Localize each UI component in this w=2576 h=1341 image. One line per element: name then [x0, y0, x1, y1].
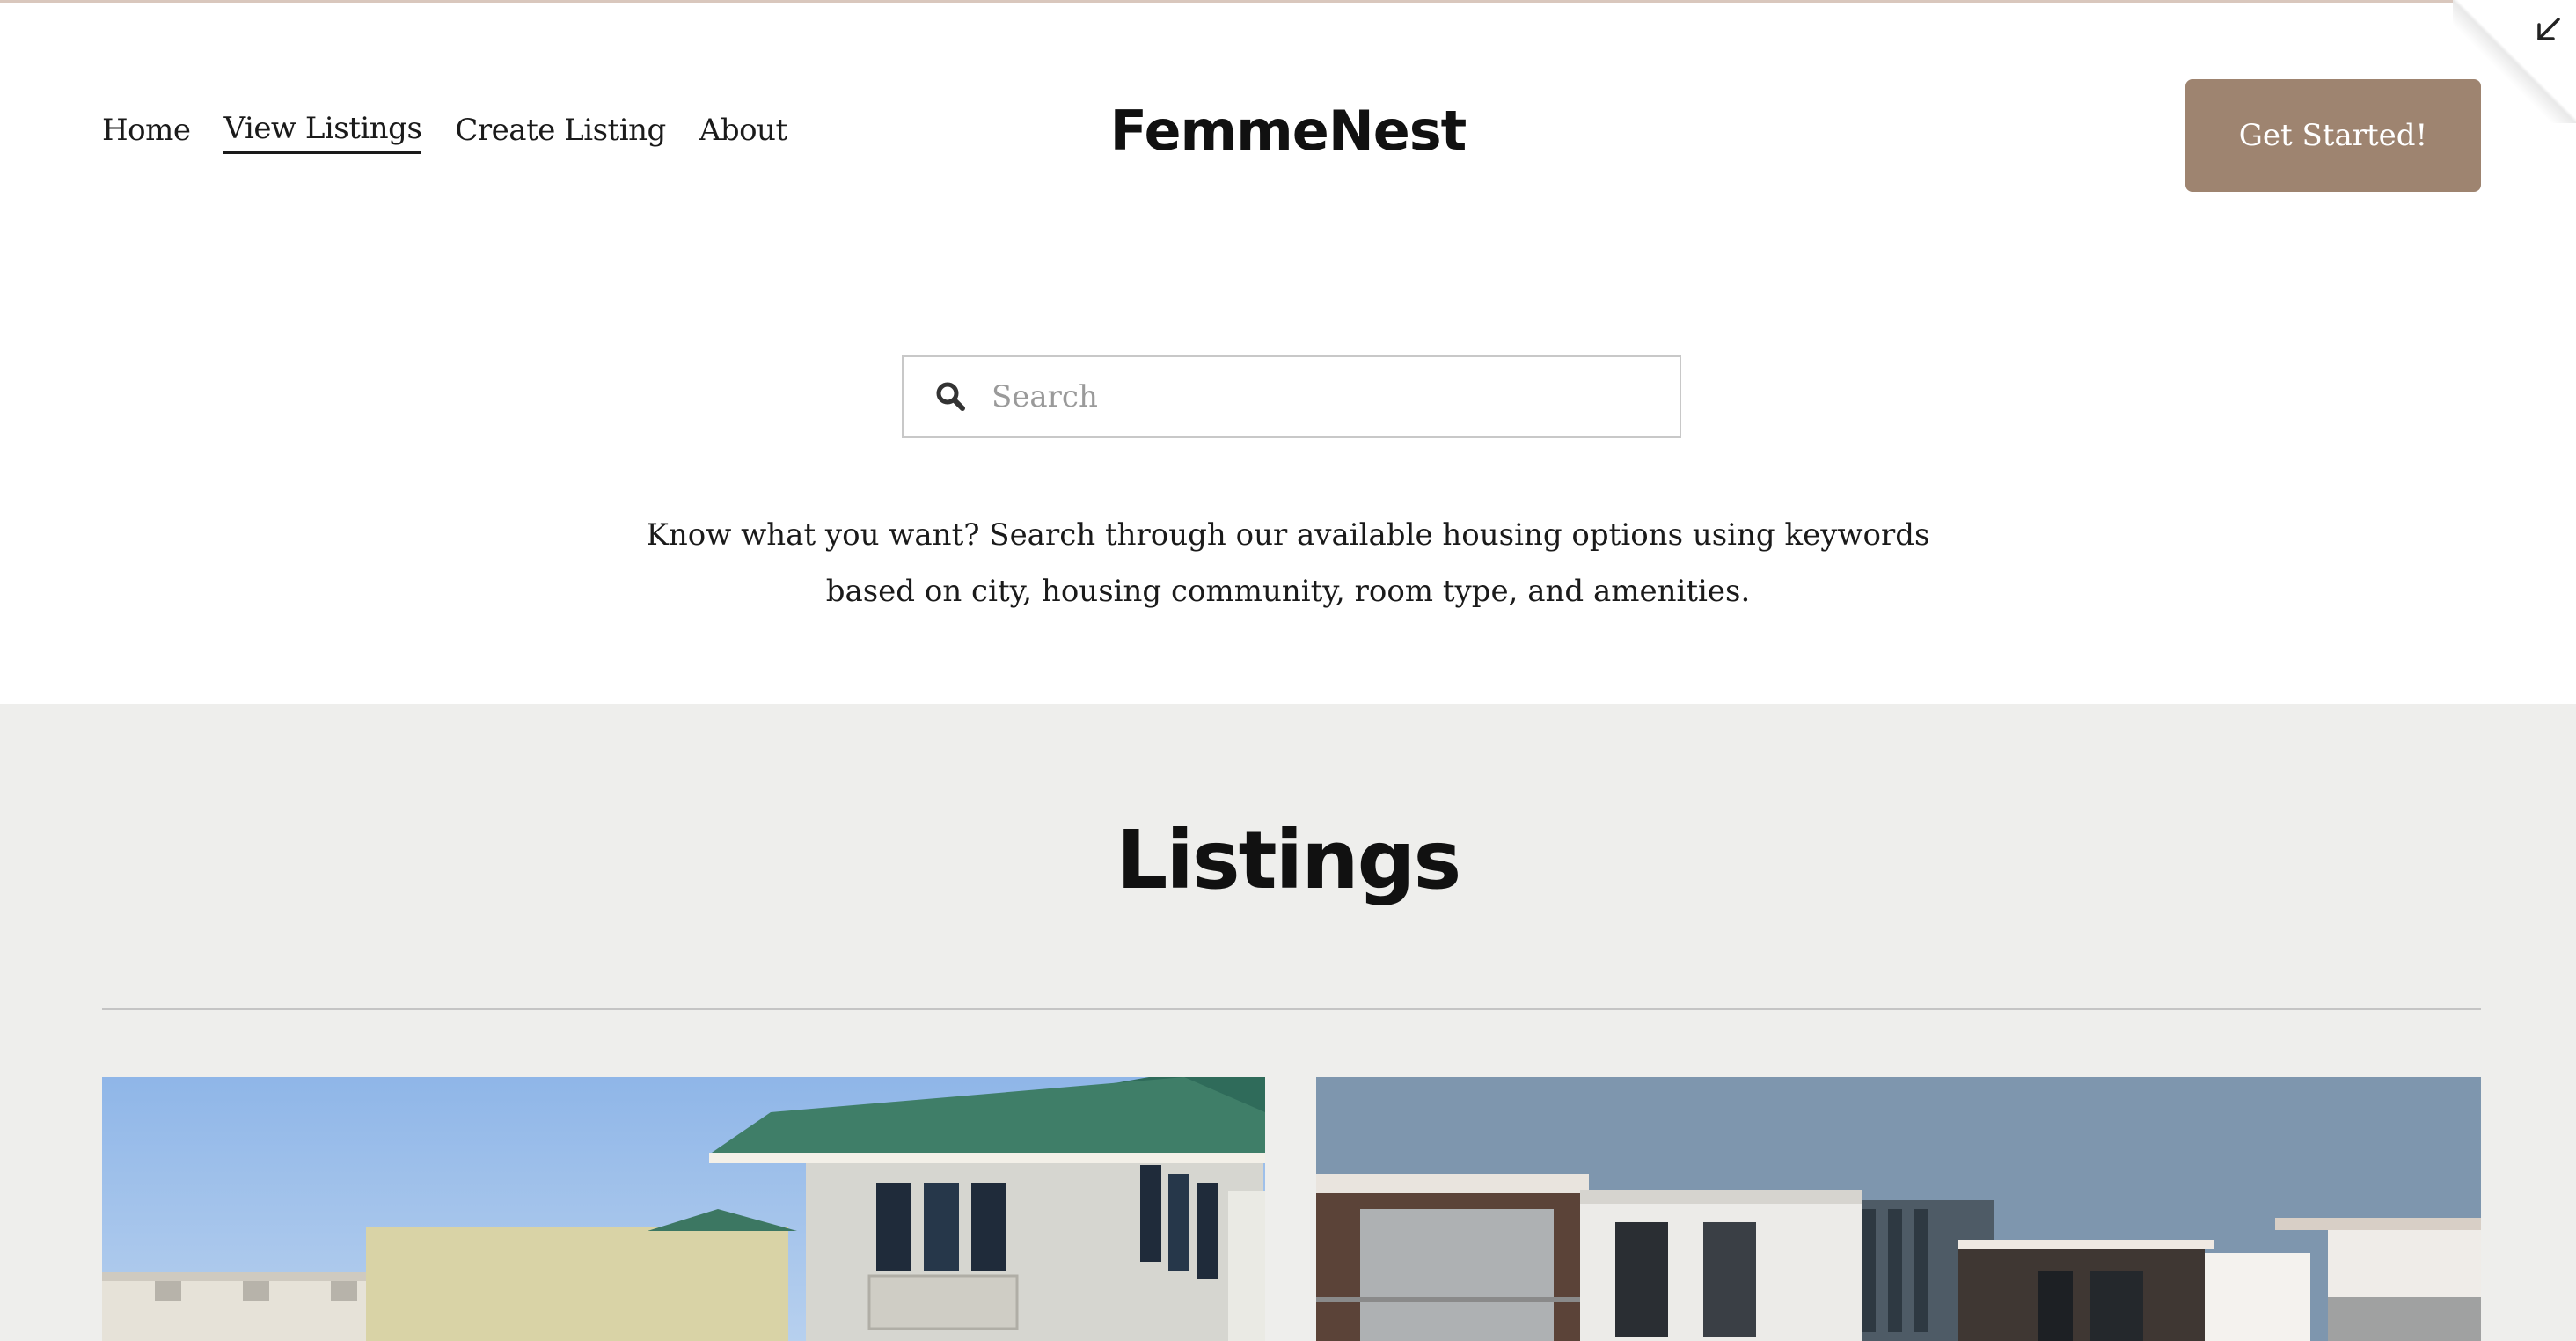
search-icon	[936, 382, 965, 411]
nav-item-home[interactable]: Home	[102, 113, 191, 153]
search-bar[interactable]	[902, 355, 1681, 438]
get-started-button[interactable]: Get Started!	[2185, 79, 2481, 192]
search-description-line-2: based on city, housing community, room t…	[825, 574, 1751, 609]
search-input[interactable]	[990, 378, 1658, 415]
main-nav: Home View Listings Create Listing About	[102, 111, 821, 154]
nav-item-about[interactable]: About	[699, 113, 787, 153]
listing-card-image[interactable]	[1316, 1077, 2481, 1341]
arrow-down-left-icon[interactable]	[2530, 12, 2565, 48]
listing-card-image[interactable]	[102, 1077, 1265, 1341]
page: Home View Listings Create Listing About …	[0, 0, 2576, 1341]
listings-section: Listings	[0, 704, 2576, 1341]
listings-heading: Listings	[1116, 813, 1462, 907]
nav-item-view-listings[interactable]: View Listings	[223, 111, 422, 154]
search-description: Know what you want? Search through our a…	[0, 507, 2576, 619]
section-divider	[102, 1008, 2481, 1010]
search-description-line-1: Know what you want? Search through our a…	[646, 517, 1930, 553]
top-border	[0, 0, 2576, 3]
nav-item-create-listing[interactable]: Create Listing	[455, 113, 666, 153]
